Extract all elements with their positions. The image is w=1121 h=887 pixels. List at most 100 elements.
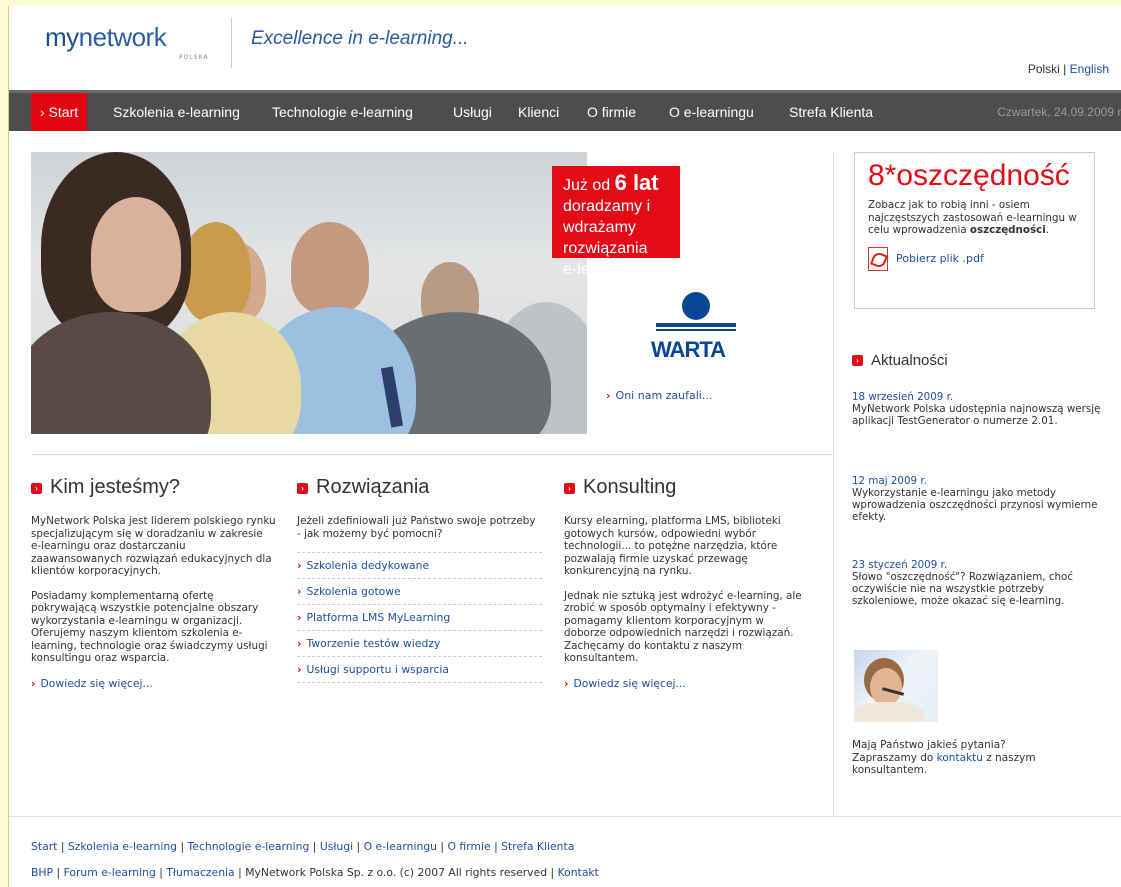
promo-number: 6 lat (614, 170, 659, 195)
news-date-link[interactable]: 23 styczeń 2009 r. (852, 559, 1102, 571)
solutions-heading: › Rozwiązania (297, 476, 542, 499)
lang-separator: | (1063, 62, 1067, 76)
nav-item-uslugi[interactable]: Usługi (453, 93, 492, 131)
footer-link-start[interactable]: Start (31, 840, 57, 853)
solution-item-label[interactable]: Szkolenia dedykowane (306, 559, 429, 572)
contact-link[interactable]: kontaktu (937, 752, 983, 764)
about-more-link[interactable]: › Dowiedz się więcej... (31, 677, 276, 690)
consulting-title: Konsulting (583, 476, 677, 498)
consulting-paragraph-1: Kursy elearning, platforma LMS, bibliote… (564, 515, 781, 577)
footer-link-strefa-klienta[interactable]: Strefa Klienta (501, 840, 574, 853)
footer-links-row2: BHP | Forum e-learning | Tłumaczenia | M… (31, 866, 599, 879)
promo-line3: e-learning... (563, 261, 648, 278)
nav-item-technologie[interactable]: Technologie e-learning (272, 93, 413, 131)
lang-polski-link[interactable]: Polski (1028, 62, 1060, 76)
footer-link-tlumaczenia[interactable]: Tłumaczenia (166, 866, 234, 879)
consulting-paragraph-2: Jednak nie sztuką jest wdrożyć e-learnin… (564, 589, 802, 665)
tagline: Excellence in e-learning... (251, 28, 469, 49)
logo-divider (231, 18, 232, 68)
news-item: 12 maj 2009 r. Wykorzystanie e-learningu… (852, 475, 1102, 523)
footer-divider (9, 816, 1121, 817)
consulting-more-link[interactable]: › Dowiedz się więcej... (564, 677, 809, 690)
person-hair-woman2 (181, 222, 251, 322)
consulting-heading: › Konsulting (564, 476, 809, 499)
logo-network: network (78, 22, 167, 52)
consultant-face (870, 668, 902, 706)
lang-english-link[interactable]: English (1070, 62, 1109, 76)
page: mynetwork POLSKA Excellence in e-learnin… (8, 6, 1121, 887)
bullet-icon: › (564, 483, 575, 494)
main-navigation: › Start Szkolenia e-learning Technologie… (9, 90, 1121, 131)
nav-item-start[interactable]: › Start (31, 93, 88, 131)
footer-link-szkolenia[interactable]: Szkolenia e-learning (68, 840, 177, 853)
nav-item-o-elearningu[interactable]: O e-learningu (669, 93, 754, 131)
solution-item-label[interactable]: Platforma LMS MyLearning (306, 611, 450, 624)
consultant-photo (854, 650, 938, 722)
vertical-divider (833, 152, 834, 816)
trust-link-label[interactable]: Oni nam zaufali... (616, 389, 713, 402)
person-head-man (291, 222, 369, 314)
footer-link-technologie[interactable]: Technologie e-learning (188, 840, 310, 853)
news-text: MyNetwork Polska udostępnia najnowszą we… (852, 403, 1101, 427)
promo-banner: Już od 6 lat doradzamy i wdrażamy rozwią… (552, 166, 680, 278)
language-switcher: Polski | English (1028, 62, 1109, 76)
solution-item[interactable]: › Usługi supportu i wsparcia (297, 656, 542, 683)
solution-item-label[interactable]: Usługi supportu i wsparcia (306, 663, 449, 676)
promo-text-post: doradzamy i (563, 198, 651, 215)
nav-item-szkolenia[interactable]: Szkolenia e-learning (113, 93, 240, 131)
savings-text: Zobacz jak to robią inni - osiem najczęs… (868, 199, 1077, 236)
trust-link[interactable]: › Oni nam zaufali... (606, 389, 712, 402)
copyright: MyNetwork Polska Sp. z o.o. (c) 2007 All… (245, 866, 548, 879)
solution-item-label[interactable]: Tworzenie testów wiedzy (306, 637, 440, 650)
news-text: Słowo "oszczędność"? Rozwiązaniem, choć … (852, 571, 1073, 607)
nav-item-klienci[interactable]: Klienci (518, 93, 559, 131)
news-item: 18 wrzesień 2009 r. MyNetwork Polska udo… (852, 391, 1102, 427)
about-column: › Kim jesteśmy? MyNetwork Polska jest lid… (31, 476, 276, 690)
bullet-icon: › (297, 483, 308, 494)
solution-item[interactable]: › Tworzenie testów wiedzy (297, 630, 542, 656)
hero-photo (31, 152, 587, 434)
footer-link-bhp[interactable]: BHP (31, 866, 53, 879)
footer-link-kontakt[interactable]: Kontakt (558, 866, 599, 879)
consulting-column: › Konsulting Kursy elearning, platforma L… (564, 476, 809, 690)
pdf-download[interactable]: Pobierz plik .pdf (868, 246, 1094, 271)
savings-title: 8*oszczędność (868, 159, 1070, 192)
solutions-column: › Rozwiązania Jeżeli zdefiniowali już Pań… (297, 476, 542, 683)
about-paragraph-2: Posiadamy komplementarną ofertę pokrywaj… (31, 589, 268, 665)
nav-date: Czwartek, 24.09.2009 r. (997, 105, 1121, 119)
footer-link-o-firmie[interactable]: O firmie (448, 840, 491, 853)
news-date-link[interactable]: 18 wrzesień 2009 r. (852, 391, 1102, 403)
horizontal-divider (31, 454, 833, 455)
bullet-icon: › (31, 483, 42, 494)
about-heading: › Kim jesteśmy? (31, 476, 276, 499)
nav-item-o-firmie[interactable]: O firmie (587, 93, 636, 131)
pdf-icon (868, 246, 888, 271)
about-more-label[interactable]: Dowiedz się więcej... (40, 677, 152, 690)
consulting-more-label[interactable]: Dowiedz się więcej... (573, 677, 685, 690)
savings-box: 8*oszczędność Zobacz jak to robią inni -… (854, 152, 1095, 309)
logo-subtitle: POLSKA (179, 54, 209, 61)
solutions-intro: Jeżeli zdefiniowali już Państwo swoje po… (297, 515, 536, 540)
footer-link-forum[interactable]: Forum e-learning (64, 866, 156, 879)
news-heading: › Aktualności (852, 352, 948, 369)
footer-links-row1: Start | Szkolenia e-learning | Technolog… (31, 840, 575, 853)
contact-text: Mają Państwo jakieś pytania? Zapraszamy … (852, 739, 1036, 776)
footer-link-uslugi[interactable]: Usługi (320, 840, 353, 853)
solution-item[interactable]: › Szkolenia gotowe (297, 578, 542, 604)
news-text: Wykorzystanie e-learningu jako metody wp… (852, 487, 1098, 523)
news-date-link[interactable]: 12 maj 2009 r. (852, 475, 1102, 487)
solution-item[interactable]: › Szkolenia dedykowane (297, 552, 542, 578)
solution-item-label[interactable]: Szkolenia gotowe (306, 585, 400, 598)
solutions-title: Rozwiązania (316, 476, 430, 498)
bullet-icon: › (852, 355, 863, 366)
footer-link-o-elearningu[interactable]: O e-learningu (364, 840, 437, 853)
nav-item-strefa-klienta[interactable]: Strefa Klienta (789, 93, 873, 131)
consultant-body (854, 702, 924, 722)
pdf-download-label[interactable]: Pobierz plik .pdf (896, 252, 984, 265)
news-item: 23 styczeń 2009 r. Słowo "oszczędność"? … (852, 559, 1102, 607)
promo-line2: wdrażamy rozwiązania (563, 219, 648, 257)
solution-item[interactable]: › Platforma LMS MyLearning (297, 604, 542, 630)
person-face-woman (91, 197, 181, 312)
logo[interactable]: mynetwork (45, 22, 167, 53)
news-title-label: Aktualności (871, 352, 948, 369)
